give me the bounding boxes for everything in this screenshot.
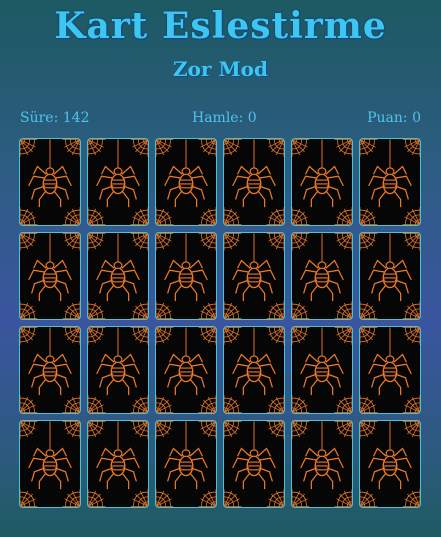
card-back[interactable]: [291, 232, 353, 320]
moves-stat: Hamle0: [192, 110, 257, 126]
card-back[interactable]: [223, 138, 285, 226]
card-back[interactable]: [223, 420, 285, 508]
stats-bar: Süre142 Hamle0 Puan0: [20, 110, 421, 130]
time-value: 142: [62, 110, 90, 126]
card-back[interactable]: [19, 420, 81, 508]
game-mode: Zor Mod: [173, 57, 268, 81]
card-back[interactable]: [87, 232, 149, 320]
score-label: Puan: [367, 110, 412, 126]
card-back[interactable]: [19, 232, 81, 320]
time-stat: Süre142: [20, 110, 90, 126]
card-back[interactable]: [155, 138, 217, 226]
card-back[interactable]: [291, 420, 353, 508]
time-label: Süre: [20, 110, 63, 126]
card-back[interactable]: [223, 326, 285, 414]
moves-value: 0: [247, 110, 257, 126]
card-back[interactable]: [87, 326, 149, 414]
card-back[interactable]: [359, 232, 421, 320]
card-back[interactable]: [87, 138, 149, 226]
card-back[interactable]: [359, 420, 421, 508]
card-back[interactable]: [291, 138, 353, 226]
card-back[interactable]: [19, 326, 81, 414]
card-back[interactable]: [223, 232, 285, 320]
moves-label: Hamle: [192, 110, 248, 126]
score-stat: Puan0: [367, 110, 421, 126]
card-back[interactable]: [19, 138, 81, 226]
card-back[interactable]: [87, 420, 149, 508]
game-title: Kart Eslestirme: [54, 5, 387, 47]
card-back[interactable]: [359, 138, 421, 226]
card-back[interactable]: [291, 326, 353, 414]
card-back[interactable]: [155, 232, 217, 320]
card-back[interactable]: [359, 326, 421, 414]
card-back[interactable]: [155, 420, 217, 508]
score-value: 0: [412, 110, 421, 126]
card-back[interactable]: [155, 326, 217, 414]
card-grid: [19, 138, 422, 508]
